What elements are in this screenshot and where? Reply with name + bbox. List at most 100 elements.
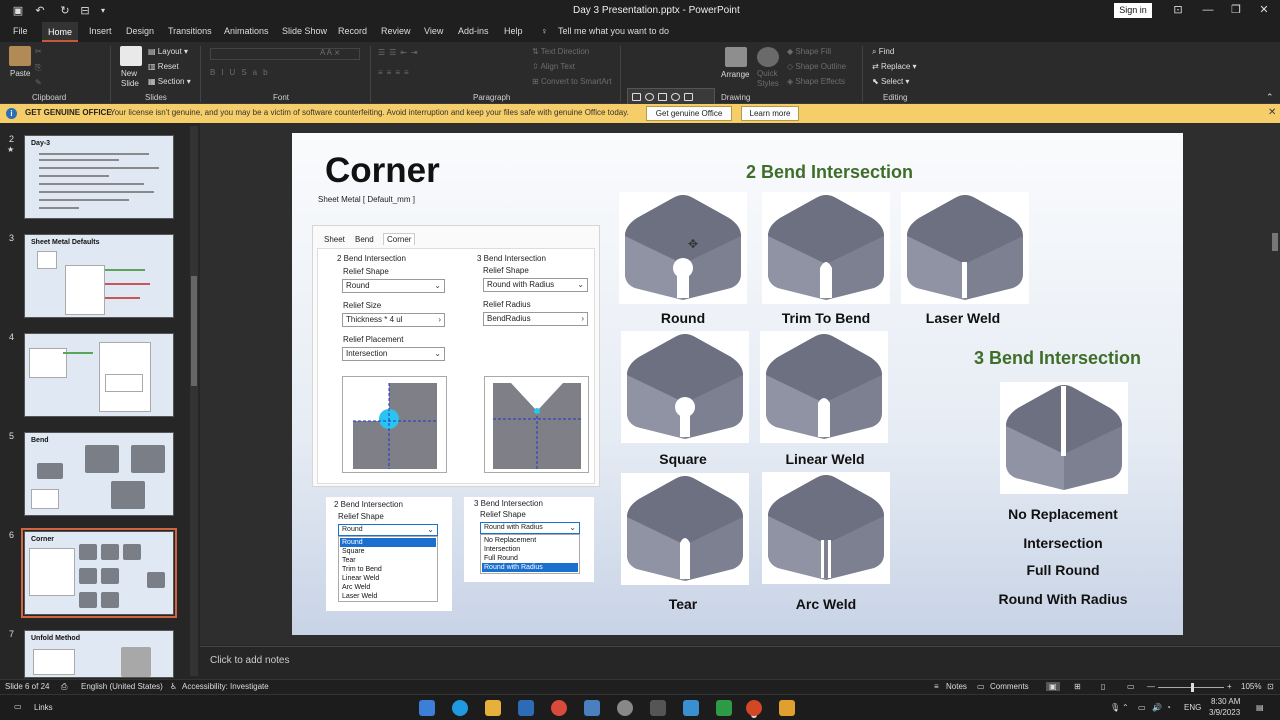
settings-icon[interactable] [617,700,633,716]
thumbs-scrollbar[interactable] [190,126,198,676]
caption-trim-to-bend[interactable]: Trim To Bend [758,310,894,326]
tile-linear-weld[interactable] [760,331,888,443]
caption-intersection[interactable]: Intersection [972,535,1154,551]
heading-2-bend[interactable]: 2 Bend Intersection [746,162,913,183]
caption-round-with-radius[interactable]: Round With Radius [972,591,1154,607]
reset-button[interactable]: Reset [158,62,179,71]
tab-transitions[interactable]: Transitions [168,26,212,36]
textbox-shape-icon[interactable] [658,93,667,101]
section-button[interactable]: Section [158,77,185,86]
thumb-slide-7[interactable]: Unfold Method [24,630,174,678]
thumbs-scroll-thumb[interactable] [191,276,197,386]
tile-square[interactable] [621,331,749,443]
oval-shape-icon[interactable] [645,93,654,101]
app4-icon[interactable] [779,700,795,716]
tab-review[interactable]: Review [381,26,411,36]
heading-3-bend[interactable]: 3 Bend Intersection [974,348,1141,369]
language-status[interactable]: English (United States) [81,682,163,691]
undo-icon[interactable]: ↶ [33,4,47,18]
ribbon-display-icon[interactable]: ⊡ [1168,3,1188,18]
tab-add-ins[interactable]: Add-ins [458,26,489,36]
tile-arc-weld[interactable] [762,472,890,584]
network-icon[interactable]: ◔ [1166,703,1171,712]
sign-in-button[interactable]: Sign in [1114,3,1152,18]
tab-slide-show[interactable]: Slide Show [282,26,327,36]
rectangle-shape-icon[interactable] [632,93,641,101]
normal-view-icon[interactable]: ▣ [1046,682,1060,691]
caption-full-round[interactable]: Full Round [972,562,1154,578]
slideshow-icon[interactable]: ▭ [1127,682,1135,691]
collapse-ribbon-icon[interactable]: ⌃ [1266,92,1274,103]
notes-button[interactable]: Notes [946,682,967,691]
slide[interactable]: Corner 2 Bend Intersection 3 Bend Inters… [292,133,1183,635]
canvas-scroll-thumb[interactable] [1272,233,1278,251]
notes-placeholder[interactable]: Click to add notes [210,655,290,666]
tile-tear[interactable] [621,473,749,585]
accessibility-status[interactable]: Accessibility: Investigate [182,682,269,691]
input-language[interactable]: ENG [1184,703,1201,712]
volume-icon[interactable]: 🔊 [1152,703,1162,712]
paste-button[interactable]: Paste [10,69,30,78]
circle-shape-icon[interactable] [671,93,680,101]
file-explorer-icon[interactable] [419,700,435,716]
tile-laser-weld[interactable] [901,192,1029,304]
spell-check-icon[interactable]: ⎙ [61,682,67,692]
find-button[interactable]: Find [879,47,895,56]
thumb-slide-2[interactable]: Day-3 [24,135,174,219]
zoom-in-icon[interactable]: + [1227,682,1232,691]
chrome-icon[interactable] [551,700,567,716]
notification-icon[interactable]: ▤ [1256,703,1264,712]
tile-3-bend[interactable] [1000,382,1128,494]
tell-me-search[interactable]: Tell me what you want to do [558,26,669,36]
links-label[interactable]: Links [34,703,53,712]
tab-view[interactable]: View [424,26,443,36]
layout-button[interactable]: Layout [158,47,182,56]
new-slide-button[interactable]: New Slide [121,69,139,89]
minimize-icon[interactable]: — [1198,3,1218,18]
edge-icon[interactable] [452,700,468,716]
redo-icon[interactable]: ↻ [58,4,72,18]
select-button[interactable]: Select [881,77,903,86]
powerpoint-icon[interactable] [746,700,762,716]
reading-view-icon[interactable]: ▯ [1101,682,1105,691]
clock-time[interactable]: 8:30 AM [1211,697,1240,706]
app3-icon[interactable] [716,700,732,716]
canvas-scrollbar[interactable] [1270,123,1280,645]
save-icon[interactable]: ▣ [11,4,25,18]
fit-slide-icon[interactable]: ⊡ [1267,682,1274,691]
tile-trim-to-bend[interactable] [762,192,890,304]
slide-title[interactable]: Corner [325,151,440,191]
caption-square[interactable]: Square [619,451,747,467]
arrange-button[interactable]: Arrange [721,70,749,79]
app-icon[interactable] [518,700,534,716]
caption-round[interactable]: Round [619,310,747,326]
calculator-icon[interactable] [584,700,600,716]
tab-animations[interactable]: Animations [224,26,269,36]
tab-design[interactable]: Design [126,26,154,36]
learn-more-button[interactable]: Learn more [741,106,799,121]
close-bar-icon[interactable]: ✕ [1268,107,1276,118]
restore-icon[interactable]: ❐ [1226,3,1246,18]
get-genuine-button[interactable]: Get genuine Office [646,106,732,121]
media-icon[interactable] [683,700,699,716]
caption-linear-weld[interactable]: Linear Weld [760,451,890,467]
thumb-slide-6[interactable]: Corner [21,528,177,618]
zoom-slider-thumb[interactable] [1191,683,1194,692]
comments-button[interactable]: Comments [990,682,1029,691]
thumb-slide-3[interactable]: Sheet Metal Defaults [24,234,174,318]
tab-home[interactable]: Home [42,22,79,42]
slide-sorter-icon[interactable]: ⊞ [1074,682,1081,691]
caption-laser-weld[interactable]: Laser Weld [899,310,1027,326]
clock-date[interactable]: 3/9/2023 [1209,708,1240,717]
caption-no-replacement[interactable]: No Replacement [972,506,1154,522]
close-window-icon[interactable]: ✕ [1254,3,1274,18]
caption-tear[interactable]: Tear [619,596,747,612]
replace-button[interactable]: Replace [881,62,910,71]
folder-icon[interactable] [485,700,501,716]
tab-help[interactable]: Help [504,26,523,36]
tab-record[interactable]: Record [338,26,367,36]
caption-arc-weld[interactable]: Arc Weld [762,596,890,612]
battery-icon[interactable]: ▭ [1138,703,1146,712]
rounded-rect-shape-icon[interactable] [684,93,693,101]
tile-round[interactable] [619,192,747,304]
